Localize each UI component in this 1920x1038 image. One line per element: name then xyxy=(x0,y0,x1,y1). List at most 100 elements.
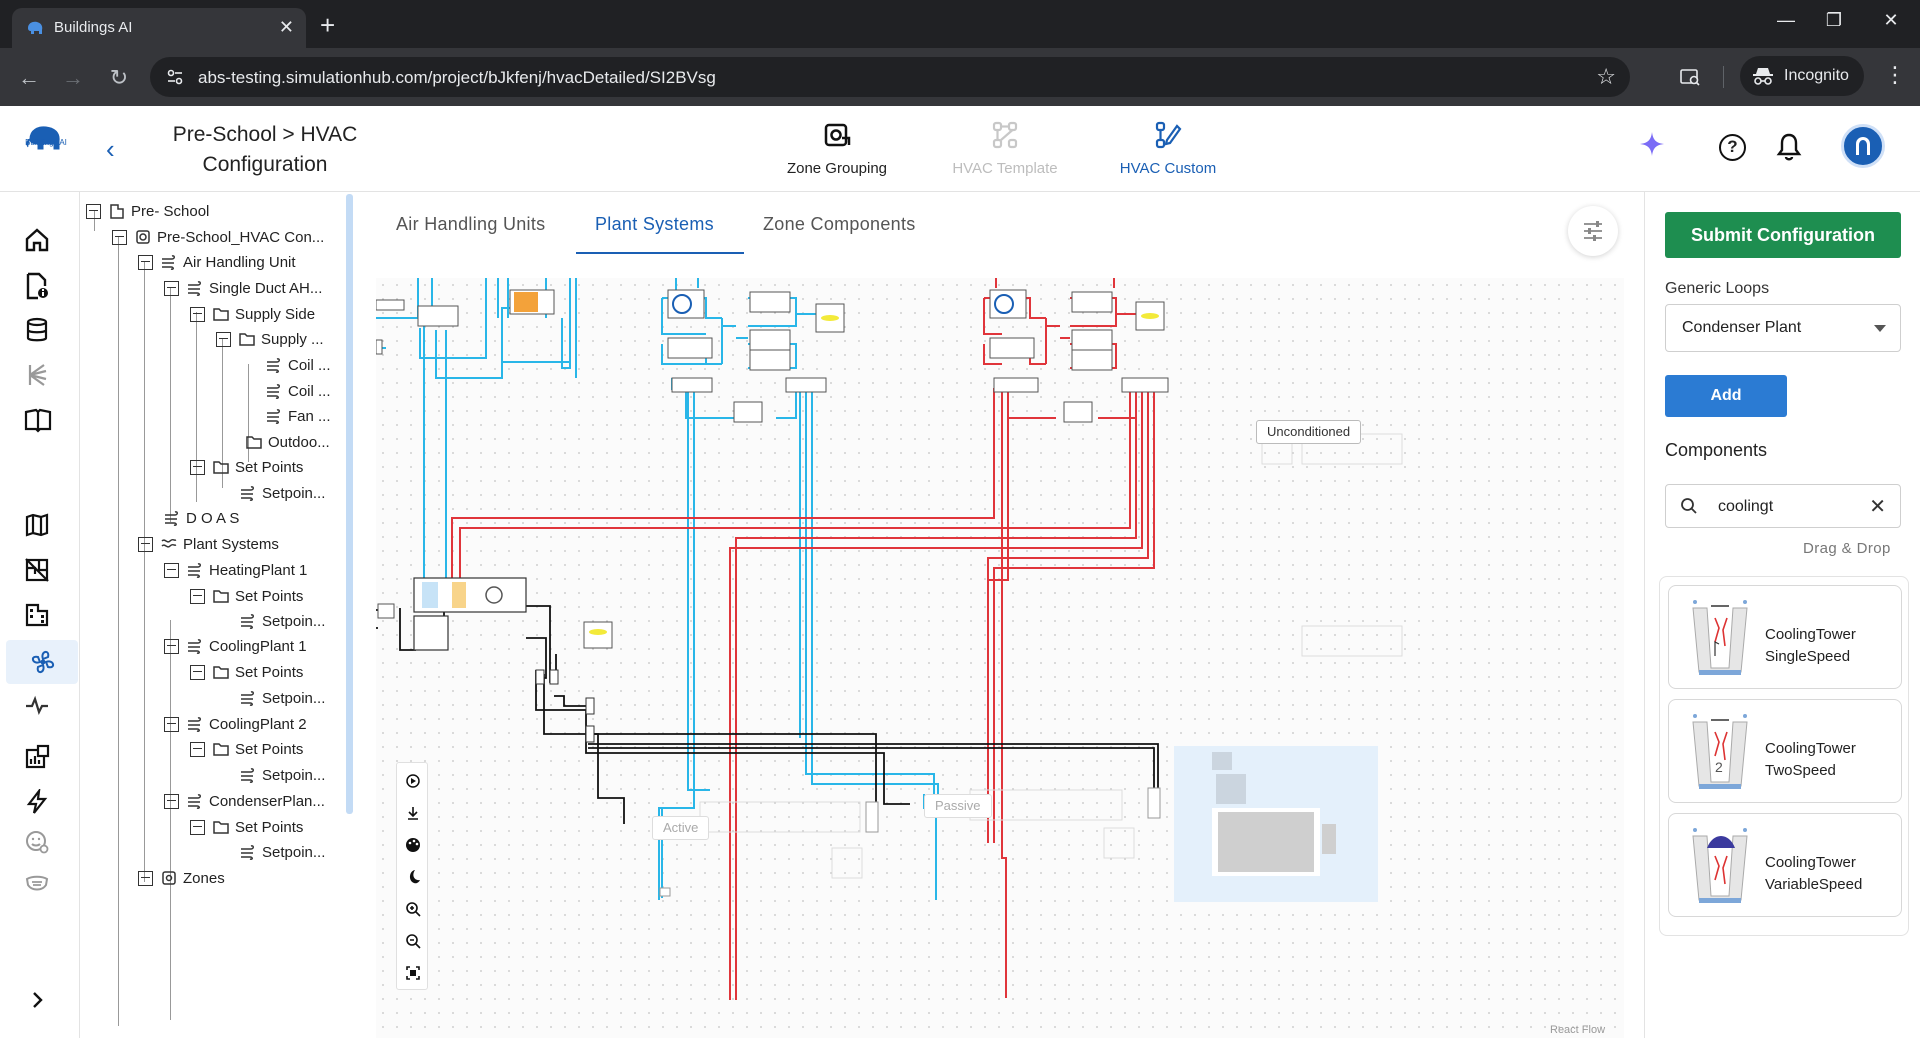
tree-node[interactable]: Setpoin... xyxy=(240,840,325,864)
tab-zone-components[interactable]: Zone Components xyxy=(763,214,916,235)
tree-node[interactable]: Pre- School xyxy=(86,199,209,223)
collapse-toggle-icon[interactable] xyxy=(138,870,153,886)
collapse-toggle-icon[interactable] xyxy=(190,819,205,835)
mask-icon[interactable] xyxy=(24,870,54,900)
tab-search-icon[interactable] xyxy=(1678,65,1702,89)
notification-bell-icon[interactable] xyxy=(1776,132,1802,162)
floorplan-off-icon[interactable] xyxy=(24,557,54,587)
filter-settings-button[interactable] xyxy=(1568,206,1618,256)
tree-node[interactable]: CoolingPlant 1 xyxy=(164,634,307,658)
energy-bolt-icon[interactable] xyxy=(24,789,54,819)
component-search-input[interactable]: coolingt ✕ xyxy=(1665,484,1901,528)
back-chevron-icon[interactable]: ‹ xyxy=(106,134,115,165)
tree-node[interactable]: HeatingPlant 1 xyxy=(164,558,307,582)
tree-node[interactable]: Supply ... xyxy=(216,327,324,351)
restore-icon[interactable]: ❐ xyxy=(1819,10,1849,31)
activity-pulse-icon[interactable] xyxy=(24,692,54,722)
collapse-toggle-icon[interactable] xyxy=(164,280,179,296)
tree-node[interactable]: Plant Systems xyxy=(138,532,279,556)
tree-node[interactable]: Coil ... xyxy=(266,379,331,403)
new-tab-icon[interactable]: + xyxy=(320,10,335,41)
expand-rail-icon[interactable] xyxy=(24,987,54,1017)
tree-node[interactable]: Set Points xyxy=(190,455,303,479)
document-info-icon[interactable] xyxy=(24,272,54,302)
unconditioned-zone-label[interactable]: Unconditioned xyxy=(1256,420,1362,444)
collapse-toggle-icon[interactable] xyxy=(216,331,231,347)
tree-scrollbar[interactable] xyxy=(346,194,353,814)
dashboard-icon[interactable] xyxy=(24,744,54,774)
passive-zone-label[interactable]: Passive xyxy=(924,794,992,818)
zoom-in-icon[interactable] xyxy=(403,899,423,919)
generic-loops-select[interactable]: Condenser Plant xyxy=(1665,304,1901,352)
tree-node[interactable]: Setpoin... xyxy=(240,609,325,633)
collapse-toggle-icon[interactable] xyxy=(190,459,205,475)
home-icon[interactable] xyxy=(24,227,54,257)
hvac-fan-icon[interactable] xyxy=(6,640,78,684)
collapse-toggle-icon[interactable] xyxy=(112,229,127,245)
step-hvac-custom[interactable]: HVAC Custom xyxy=(1083,120,1253,177)
collapse-toggle-icon[interactable] xyxy=(190,664,205,680)
book-icon[interactable] xyxy=(24,407,54,437)
forward-arrow-icon[interactable]: → xyxy=(60,65,86,91)
react-flow-attribution[interactable]: React Flow xyxy=(1550,1024,1605,1036)
tree-node[interactable]: Zones xyxy=(138,866,225,890)
step-hvac-template[interactable]: HVAC Template xyxy=(920,120,1090,177)
tree-node[interactable]: Setpoin... xyxy=(240,481,325,505)
browser-menu-icon[interactable]: ⋮ xyxy=(1884,62,1906,88)
tree-node[interactable]: CoolingPlant 2 xyxy=(164,712,307,736)
react-flow-canvas[interactable]: Unconditioned Active Passive xyxy=(376,278,1624,1038)
tab-air-handling-units[interactable]: Air Handling Units xyxy=(396,214,545,235)
submit-configuration-button[interactable]: Submit Configuration xyxy=(1665,212,1901,258)
occupant-comfort-icon[interactable] xyxy=(24,829,54,859)
component-card[interactable]: CoolingTower SingleSpeed xyxy=(1668,585,1902,689)
dark-mode-icon[interactable] xyxy=(403,867,423,887)
collapse-toggle-icon[interactable] xyxy=(190,306,205,322)
collapse-toggle-icon[interactable] xyxy=(164,793,179,809)
collapse-toggle-icon[interactable] xyxy=(164,716,179,732)
collapse-toggle-icon[interactable] xyxy=(138,254,153,270)
bookmark-star-icon[interactable]: ☆ xyxy=(1596,64,1616,90)
download-icon[interactable] xyxy=(403,803,423,823)
tree-node[interactable]: Supply Side xyxy=(190,302,315,326)
tree-node[interactable]: Set Points xyxy=(190,737,303,761)
tree-node[interactable]: Set Points xyxy=(190,815,303,839)
site-settings-icon[interactable] xyxy=(165,67,185,87)
tree-node[interactable]: CondenserPlan... xyxy=(164,789,325,813)
component-card[interactable]: CoolingTower VariableSpeed xyxy=(1668,813,1902,917)
tree-node[interactable]: Outdoo... xyxy=(246,430,330,454)
browser-tab[interactable]: Buildings AI ✕ xyxy=(12,8,306,48)
tree-node[interactable]: Setpoin... xyxy=(240,686,325,710)
tree-node[interactable]: Single Duct AH... xyxy=(164,276,322,300)
window-close-icon[interactable]: ✕ xyxy=(1876,10,1906,31)
tree-node[interactable]: Air Handling Unit xyxy=(138,250,296,274)
address-bar[interactable]: abs-testing.simulationhub.com/project/bJ… xyxy=(150,57,1630,97)
active-zone-label[interactable]: Active xyxy=(652,816,710,840)
tree-node[interactable]: Pre-School_HVAC Con... xyxy=(112,225,324,249)
collapse-toggle-icon[interactable] xyxy=(164,562,179,578)
building-icon[interactable] xyxy=(24,602,54,632)
collapse-toggle-icon[interactable] xyxy=(86,203,101,219)
tree-node[interactable]: Set Points xyxy=(190,584,303,608)
back-arrow-icon[interactable]: ← xyxy=(16,65,42,91)
palette-icon[interactable] xyxy=(403,835,423,855)
database-icon[interactable] xyxy=(24,317,54,347)
sun-shade-icon[interactable] xyxy=(24,362,54,392)
tab-close-icon[interactable]: ✕ xyxy=(279,17,294,38)
play-icon[interactable] xyxy=(403,771,423,791)
help-icon[interactable]: ? xyxy=(1719,134,1746,161)
reload-icon[interactable]: ↻ xyxy=(106,65,132,91)
fit-view-icon[interactable] xyxy=(403,963,423,983)
collapse-toggle-icon[interactable] xyxy=(190,588,205,604)
minimize-icon[interactable]: — xyxy=(1771,10,1801,31)
tree-node[interactable]: Set Points xyxy=(190,660,303,684)
map-icon[interactable] xyxy=(24,512,54,542)
collapse-toggle-icon[interactable] xyxy=(164,638,179,654)
tree-node[interactable]: Fan ... xyxy=(266,404,331,428)
user-avatar[interactable] xyxy=(1841,124,1885,168)
collapse-toggle-icon[interactable] xyxy=(138,536,153,552)
tree-node[interactable]: Coil ... xyxy=(266,353,331,377)
tree-node[interactable]: D O A S xyxy=(164,506,239,530)
add-loop-button[interactable]: Add xyxy=(1665,375,1787,417)
tree-node[interactable]: Setpoin... xyxy=(240,763,325,787)
zoom-out-icon[interactable] xyxy=(403,931,423,951)
